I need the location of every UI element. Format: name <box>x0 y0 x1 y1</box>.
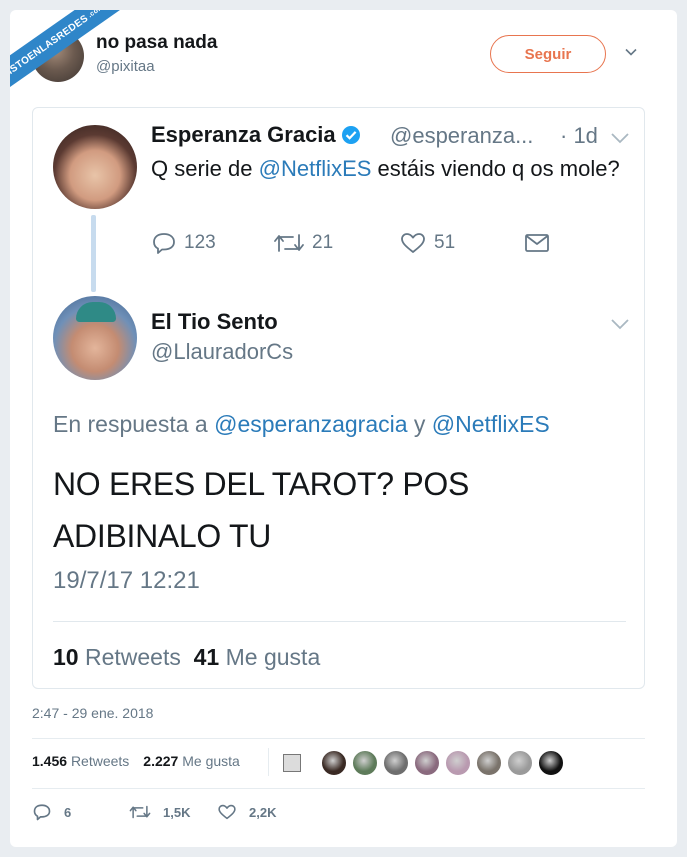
liker-avatar[interactable] <box>283 754 301 772</box>
direct-message-button[interactable] <box>523 231 551 255</box>
reply-tweet-text: NO ERES DEL TAROT? POS ADIBINALO TU <box>53 458 613 562</box>
reply-icon <box>153 233 175 254</box>
tweet-stats: 1.456 Retweets 2.227 Me gusta <box>32 753 240 769</box>
liker-avatar[interactable] <box>383 750 409 776</box>
heart-icon <box>401 233 425 253</box>
author-name[interactable]: no pasa nada <box>96 32 217 54</box>
liker-avatar[interactable] <box>507 750 533 776</box>
reply-retweet-label[interactable]: Retweets <box>85 644 181 670</box>
like-label[interactable]: Me gusta <box>182 753 240 769</box>
liker-avatar[interactable] <box>445 750 471 776</box>
retweet-icon <box>274 234 304 252</box>
divider <box>32 738 645 739</box>
liker-avatar[interactable] <box>538 750 564 776</box>
chevron-down-icon[interactable] <box>611 132 629 144</box>
quoted-tweet-time[interactable]: · 1d <box>560 123 598 149</box>
retweet-count: 1,5K <box>163 804 191 820</box>
quoted-tweet-text: Q serie de @NetflixES estáis viendo q os… <box>151 153 631 185</box>
like-count: 51 <box>434 232 456 253</box>
retweet-count: 21 <box>312 232 334 253</box>
quoted-author-name[interactable]: Esperanza Gracia <box>151 122 365 148</box>
reply-prefix: En respuesta a <box>53 411 215 437</box>
like-button[interactable]: 51 <box>399 231 455 255</box>
reply-icon <box>33 804 51 821</box>
retweet-count[interactable]: 1.456 <box>32 753 67 769</box>
retweet-icon <box>129 805 151 819</box>
reply-text-line: ADIBINALO TU <box>53 518 272 554</box>
reply-tweet-date[interactable]: 19/7/17 12:21 <box>53 567 200 595</box>
reply-like-count[interactable]: 41 <box>194 644 220 670</box>
reply-text-line: NO ERES DEL TAROT? POS <box>53 466 470 502</box>
like-count[interactable]: 2.227 <box>143 753 178 769</box>
mention-link[interactable]: @NetflixES <box>259 156 372 181</box>
liker-avatar[interactable] <box>476 750 502 776</box>
liker-avatar[interactable] <box>414 750 440 776</box>
mention-link[interactable]: @NetflixES <box>432 411 550 437</box>
retweet-button[interactable]: 21 <box>273 231 333 255</box>
quoted-author-avatar[interactable] <box>53 125 137 209</box>
quoted-tweet-actions: 123 21 51 <box>151 231 571 261</box>
mention-link[interactable]: @esperanzagracia <box>214 411 407 437</box>
heart-icon <box>218 804 236 820</box>
quoted-text-before: Q serie de <box>151 156 259 181</box>
quoted-author-name-text: Esperanza Gracia <box>151 122 336 147</box>
reply-context: En respuesta a @esperanzagracia y @Netfl… <box>53 411 550 438</box>
reply-button[interactable]: 123 <box>151 231 216 255</box>
verified-badge-icon <box>341 126 360 144</box>
author-handle[interactable]: @pixitaa <box>96 58 155 75</box>
chevron-down-icon[interactable] <box>611 318 629 330</box>
reply-author-name[interactable]: El Tio Sento <box>151 309 278 335</box>
reply-author-handle[interactable]: @LlauradorCs <box>151 339 293 365</box>
watermark-suffix: .com <box>86 10 106 19</box>
liker-avatar[interactable] <box>321 750 347 776</box>
like-count: 2,2K <box>249 804 277 820</box>
retweet-button[interactable]: 1,5K <box>129 803 190 821</box>
like-button[interactable]: 2,2K <box>217 803 276 821</box>
tweet-timestamp[interactable]: 2:47 - 29 ene. 2018 <box>32 705 153 721</box>
follow-button[interactable]: Seguir <box>490 35 606 73</box>
reply-count: 123 <box>184 232 216 253</box>
reply-retweet-count[interactable]: 10 <box>53 644 79 670</box>
divider <box>53 621 626 622</box>
liker-avatar[interactable] <box>352 750 378 776</box>
quoted-tweet-embed[interactable]: Esperanza Gracia @esperanza... · 1d Q se… <box>32 107 645 689</box>
reply-count: 6 <box>64 804 72 820</box>
envelope-icon <box>525 234 549 252</box>
reply-tweet-stats: 10 Retweets 41 Me gusta <box>53 644 320 671</box>
avatar-cap-detail <box>76 302 116 322</box>
divider <box>268 748 269 776</box>
tweet-card: VISTOENLASREDES .com no pasa nada @pixita… <box>10 10 677 847</box>
quoted-text-after: estáis viendo q os mole? <box>371 156 620 181</box>
reply-button[interactable]: 6 <box>32 803 71 821</box>
chevron-down-icon[interactable] <box>625 46 637 58</box>
reply-like-label[interactable]: Me gusta <box>226 644 321 670</box>
thread-connector-line <box>91 215 96 292</box>
retweet-label[interactable]: Retweets <box>71 753 129 769</box>
quoted-author-handle[interactable]: @esperanza... <box>390 123 533 149</box>
reply-and: y <box>407 411 432 437</box>
tweet-actions: 6 1,5K 2,2K <box>32 803 332 827</box>
divider <box>32 788 645 789</box>
